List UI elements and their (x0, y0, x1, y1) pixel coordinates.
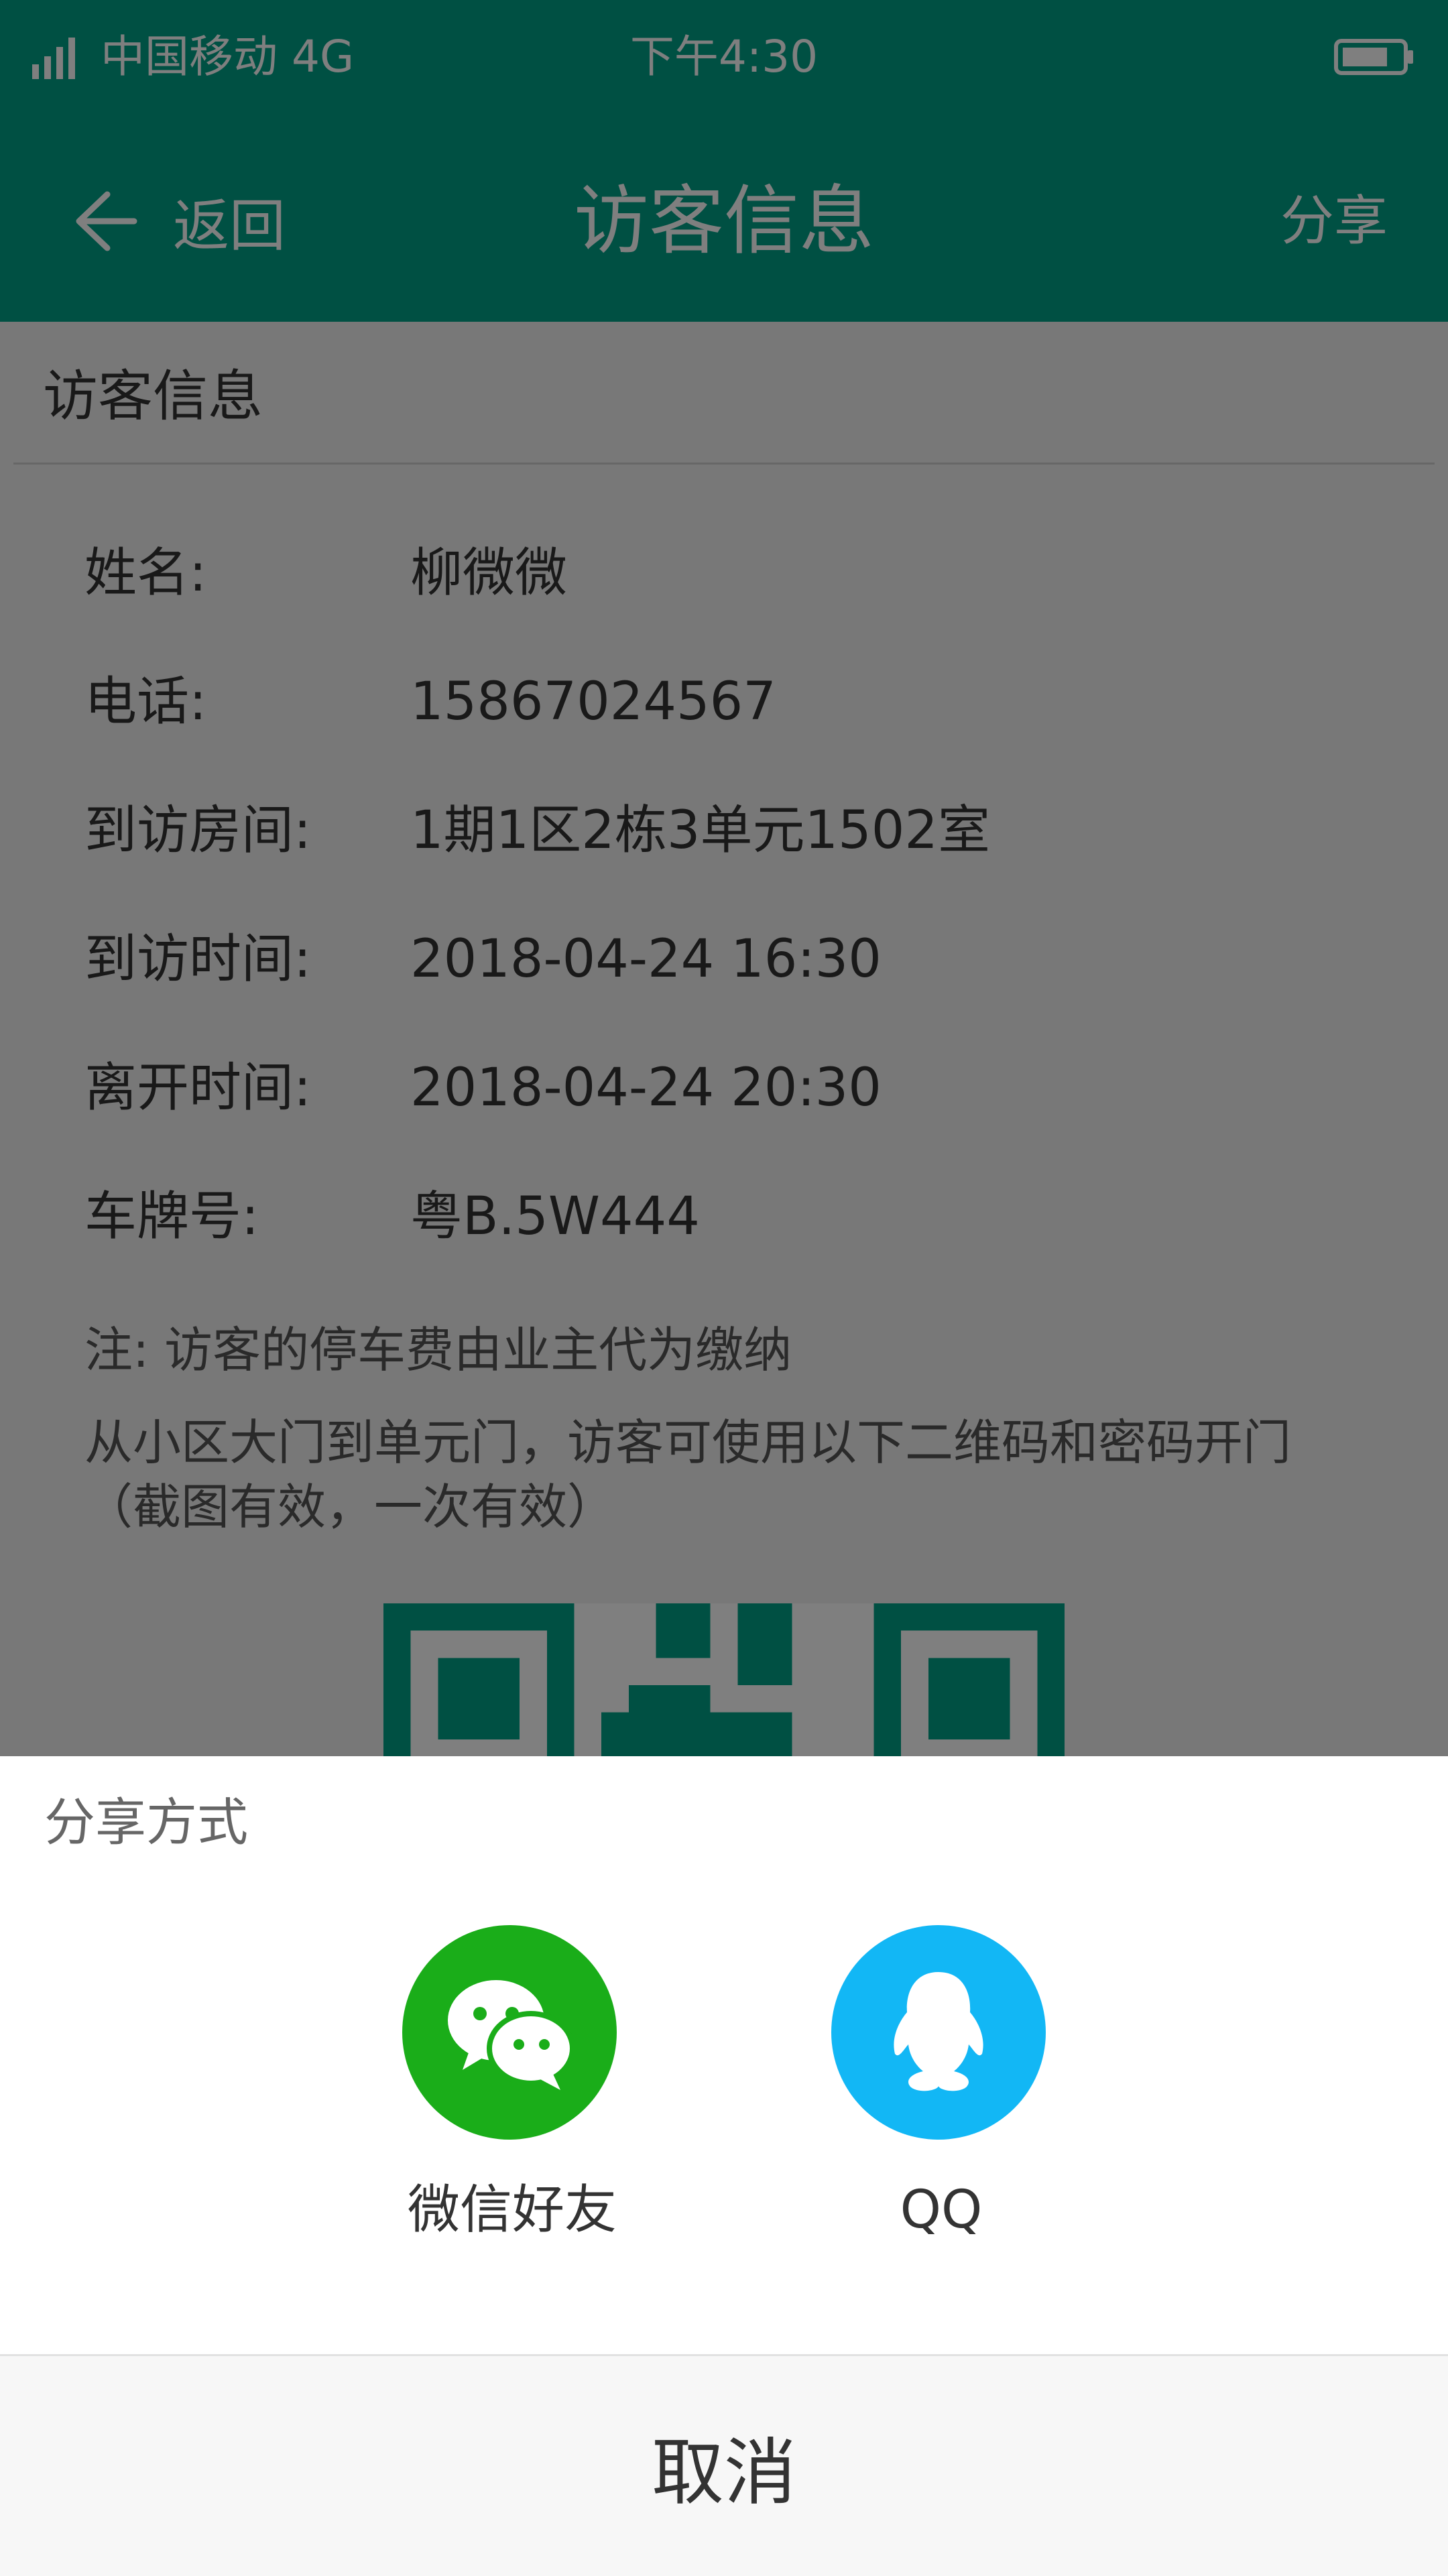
cancel-label: 取消 (651, 2431, 796, 2515)
cancel-button[interactable]: 取消 (0, 2354, 1448, 2576)
share-sheet: 分享方式 微信好友 QQ 取消 (0, 1756, 1448, 2576)
qq-icon (831, 1925, 1046, 2140)
share-option-wechat[interactable]: 微信好友 (378, 1925, 646, 2260)
share-option-qq[interactable]: QQ (807, 1925, 1075, 2260)
wechat-label: 微信好友 (407, 2180, 617, 2240)
wechat-icon (402, 1925, 617, 2140)
share-sheet-title: 分享方式 (44, 1792, 248, 1852)
qq-label: QQ (900, 2180, 983, 2240)
modal-backdrop[interactable] (0, 0, 1448, 1756)
